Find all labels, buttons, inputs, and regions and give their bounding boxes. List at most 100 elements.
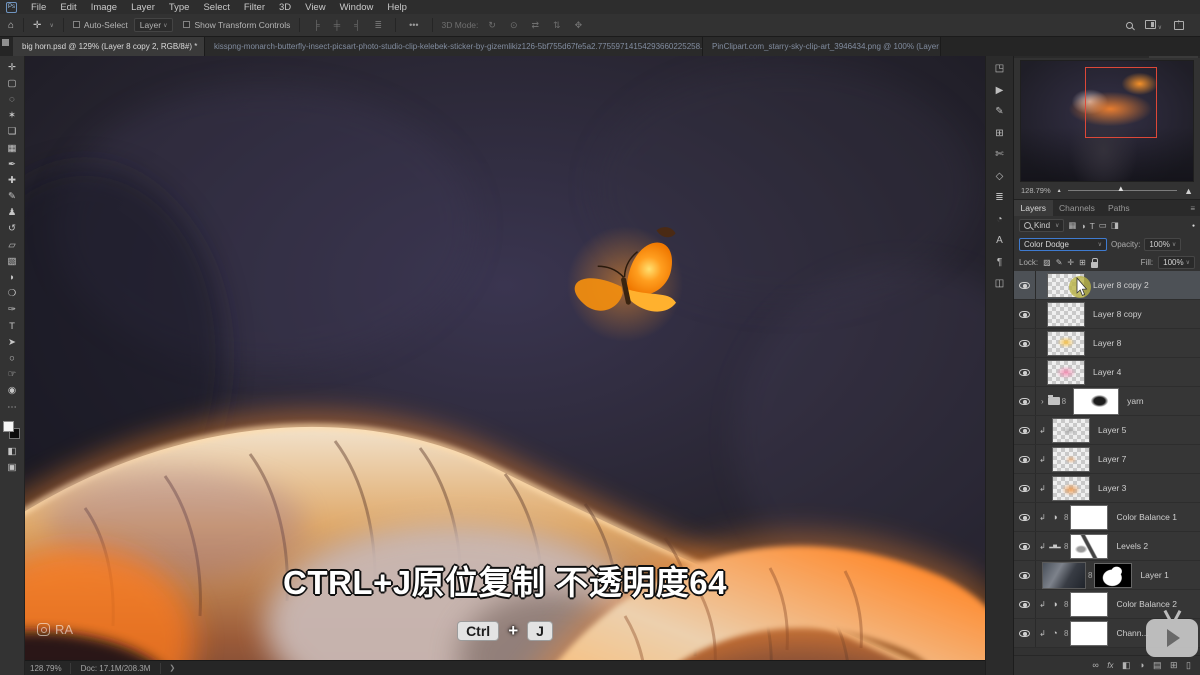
- layer-row-layer5[interactable]: ↲ Layer 5: [1014, 416, 1200, 445]
- show-transform-checkbox[interactable]: Show Transform Controls: [183, 20, 290, 30]
- filter-pixel-icon[interactable]: ▦: [1068, 220, 1076, 231]
- visibility-toggle[interactable]: [1014, 590, 1036, 618]
- doc-tab-butterfly[interactable]: kisspng-monarch-butterfly-insect-picsart…: [205, 37, 703, 56]
- clone-source-panel-icon[interactable]: ⊞: [995, 128, 1003, 139]
- filter-toggle-icon[interactable]: ●: [1192, 223, 1195, 229]
- document-canvas[interactable]: CTRL+J原位复制 不透明度64 Ctrl + J RA: [25, 56, 985, 660]
- distribute-icon[interactable]: ≣: [371, 20, 387, 31]
- layer-thumbnail[interactable]: [1047, 360, 1085, 385]
- properties-panel-icon[interactable]: ≣: [995, 192, 1003, 203]
- history-panel-icon[interactable]: ◳: [995, 63, 1004, 74]
- lock-all-icon[interactable]: [1091, 262, 1098, 268]
- filter-kind-dropdown[interactable]: Kind∨: [1019, 219, 1064, 232]
- lock-artboard-icon[interactable]: ⊞: [1079, 258, 1086, 267]
- menu-help[interactable]: Help: [380, 2, 414, 13]
- layer-row-layer8copy2[interactable]: Layer 8 copy 2: [1014, 271, 1200, 300]
- move-tool[interactable]: ✛: [0, 59, 24, 75]
- 3d-scale-icon[interactable]: ✥: [571, 20, 587, 31]
- navigator-view-box[interactable]: [1085, 67, 1157, 138]
- pen-tool[interactable]: ✑: [0, 302, 24, 318]
- new-group-icon[interactable]: ▤: [1153, 660, 1162, 671]
- navigator-zoom-value[interactable]: 128.79%: [1021, 186, 1051, 195]
- zoom-out-icon[interactable]: ▴: [1058, 187, 1061, 194]
- visibility-toggle[interactable]: [1014, 358, 1036, 386]
- menu-window[interactable]: Window: [333, 2, 381, 13]
- menu-3d[interactable]: 3D: [272, 2, 298, 13]
- add-mask-icon[interactable]: ◧: [1122, 660, 1131, 671]
- new-layer-icon[interactable]: ⊞: [1170, 660, 1178, 671]
- visibility-toggle[interactable]: [1014, 416, 1036, 444]
- menu-layer[interactable]: Layer: [124, 2, 162, 13]
- tab-channels[interactable]: Channels: [1053, 200, 1102, 216]
- doc-tab-starry-sky[interactable]: PinClipart.com_starry-sky-clip-art_39464…: [703, 37, 941, 56]
- tab-layers[interactable]: Layers: [1014, 200, 1053, 216]
- dodge-tool[interactable]: ❍: [0, 286, 24, 302]
- filter-smart-object-icon[interactable]: ◨: [1111, 220, 1119, 231]
- layer-thumbnail[interactable]: [1052, 476, 1090, 501]
- path-selection-tool[interactable]: ➤: [0, 334, 24, 350]
- new-adjustment-icon[interactable]: ◑: [1139, 660, 1144, 670]
- visibility-toggle[interactable]: [1014, 445, 1036, 473]
- visibility-toggle[interactable]: [1014, 300, 1036, 328]
- filter-shape-icon[interactable]: ▭: [1099, 220, 1107, 231]
- layer-style-icon[interactable]: fx: [1107, 661, 1113, 670]
- layer-row-layer1[interactable]: 8 Layer 1: [1014, 561, 1200, 590]
- menu-filter[interactable]: Filter: [237, 2, 272, 13]
- healing-brush-tool[interactable]: ✚: [0, 172, 24, 188]
- visibility-toggle[interactable]: [1014, 387, 1036, 415]
- filter-type-icon[interactable]: T: [1090, 221, 1095, 231]
- visibility-toggle[interactable]: [1014, 503, 1036, 531]
- frame-tool[interactable]: ▦: [0, 140, 24, 156]
- 3d-drag-icon[interactable]: ⇄: [528, 20, 544, 31]
- layer-mask-thumbnail[interactable]: [1070, 534, 1108, 559]
- edit-toolbar-icon[interactable]: ⋯: [0, 399, 24, 415]
- layer-mask-thumbnail[interactable]: [1070, 621, 1108, 646]
- layers-panel-menu-icon[interactable]: ≡: [1185, 200, 1200, 216]
- hand-tool[interactable]: ☞: [0, 367, 24, 383]
- visibility-toggle[interactable]: [1014, 271, 1036, 299]
- crop-tool[interactable]: ❏: [0, 124, 24, 140]
- tab-paths[interactable]: Paths: [1101, 200, 1136, 216]
- gradient-tool[interactable]: ▧: [0, 253, 24, 269]
- quick-mask-tool[interactable]: ◧: [0, 443, 24, 459]
- type-tool[interactable]: T: [0, 318, 24, 334]
- layer-mask-thumbnail[interactable]: [1070, 505, 1108, 530]
- eyedropper-tool[interactable]: ✒: [0, 156, 24, 172]
- color-swatches[interactable]: [2, 421, 22, 443]
- search-icon[interactable]: [1126, 22, 1133, 29]
- layer-thumbnail[interactable]: [1042, 562, 1086, 589]
- status-zoom-level[interactable]: 128.79%: [30, 664, 62, 673]
- lock-transparency-icon[interactable]: ▨: [1043, 258, 1051, 267]
- 3d-slide-icon[interactable]: ⇅: [549, 20, 565, 31]
- auto-select-target-dropdown[interactable]: Layer∨: [134, 18, 174, 32]
- lasso-tool[interactable]: ◌: [0, 91, 24, 107]
- layer-thumbnail[interactable]: [1047, 331, 1085, 356]
- shape-tool[interactable]: ○: [0, 350, 24, 366]
- visibility-toggle[interactable]: [1014, 329, 1036, 357]
- menu-select[interactable]: Select: [196, 2, 236, 13]
- link-layers-icon[interactable]: ∞: [1092, 660, 1098, 670]
- navigator-zoom-slider[interactable]: ▲: [1068, 190, 1177, 191]
- layer-row-layer8copy[interactable]: Layer 8 copy: [1014, 300, 1200, 329]
- timeline-panel-icon[interactable]: ◔: [996, 214, 1002, 225]
- align-left-icon[interactable]: ╞: [309, 20, 323, 30]
- share-icon[interactable]: [1174, 21, 1184, 30]
- foreground-color[interactable]: [3, 421, 14, 432]
- screen-mode-tool[interactable]: ▣: [0, 459, 24, 475]
- marquee-tool[interactable]: ▢: [0, 75, 24, 91]
- history-brush-tool[interactable]: ↺: [0, 221, 24, 237]
- layer-thumbnail[interactable]: [1052, 418, 1090, 443]
- layer-thumbnail[interactable]: [1052, 447, 1090, 472]
- 3d-roll-icon[interactable]: ⊙: [506, 20, 522, 31]
- delete-layer-icon[interactable]: ▯: [1186, 660, 1191, 671]
- layer-mask-thumbnail[interactable]: [1094, 563, 1132, 588]
- eraser-tool[interactable]: ▱: [0, 237, 24, 253]
- snapshot-panel-icon[interactable]: ✄: [995, 149, 1003, 160]
- app-logo-icon[interactable]: Ps: [6, 2, 17, 13]
- fill-dropdown[interactable]: 100%∨: [1158, 256, 1195, 269]
- visibility-toggle[interactable]: [1014, 561, 1036, 589]
- lock-position-icon[interactable]: ✛: [1067, 258, 1074, 267]
- menu-view[interactable]: View: [298, 2, 332, 13]
- home-icon[interactable]: ⌂: [8, 20, 14, 31]
- auto-select-checkbox[interactable]: Auto-Select: [73, 20, 128, 30]
